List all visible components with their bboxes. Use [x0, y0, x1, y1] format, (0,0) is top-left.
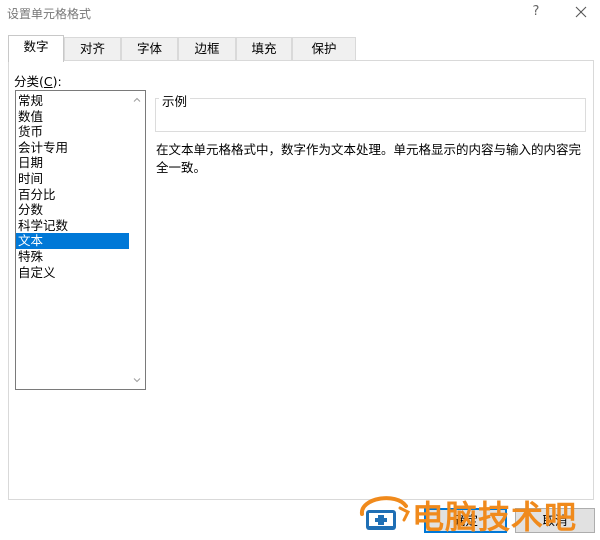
category-item-scientific[interactable]: 科学记数 [16, 218, 129, 234]
scroll-up-icon[interactable] [132, 95, 142, 105]
scroll-down-icon[interactable] [132, 375, 142, 385]
category-scrollbar[interactable] [129, 91, 145, 389]
category-item-currency[interactable]: 货币 [16, 124, 129, 140]
category-list: 常规 数值 货币 会计专用 日期 时间 百分比 分数 科学记数 文本 特殊 自定… [16, 93, 129, 280]
category-item-percentage[interactable]: 百分比 [16, 187, 129, 203]
tab-border[interactable]: 边框 [178, 37, 236, 61]
category-item-custom[interactable]: 自定义 [16, 265, 129, 281]
category-label-prefix: 分类( [14, 74, 44, 89]
category-item-general[interactable]: 常规 [16, 93, 129, 109]
category-item-text[interactable]: 文本 [16, 233, 129, 249]
category-item-time[interactable]: 时间 [16, 171, 129, 187]
close-button[interactable] [571, 3, 591, 21]
format-description: 在文本单元格格式中，数字作为文本处理。单元格显示的内容与输入的内容完全一致。 [156, 142, 582, 175]
category-item-accounting[interactable]: 会计专用 [16, 140, 129, 156]
tab-font[interactable]: 字体 [121, 37, 178, 61]
watermark: 电脑技术吧 [356, 490, 596, 536]
dialog-title: 设置单元格格式 [7, 7, 92, 21]
sample-box [155, 98, 586, 132]
tab-number[interactable]: 数字 [8, 35, 64, 62]
category-item-special[interactable]: 特殊 [16, 249, 129, 265]
close-icon [575, 6, 587, 18]
watermark-logo-icon [360, 496, 411, 530]
sample-label: 示例 [159, 91, 191, 110]
category-item-fraction[interactable]: 分数 [16, 202, 129, 218]
tab-fill[interactable]: 填充 [236, 37, 292, 61]
category-label-hotkey: C [43, 74, 53, 89]
category-label-suffix: ): [52, 74, 62, 89]
help-button[interactable]: ? [527, 3, 545, 21]
category-item-number[interactable]: 数值 [16, 109, 129, 125]
watermark-text: 电脑技术吧 [412, 498, 578, 536]
category-listbox[interactable]: 常规 数值 货币 会计专用 日期 时间 百分比 分数 科学记数 文本 特殊 自定… [15, 90, 146, 390]
category-item-date[interactable]: 日期 [16, 155, 129, 171]
tab-alignment[interactable]: 对齐 [64, 37, 121, 61]
title-bar: 设置单元格格式 ? [0, 0, 600, 26]
tab-protection[interactable]: 保护 [292, 37, 356, 61]
category-label: 分类(C): [14, 71, 62, 90]
